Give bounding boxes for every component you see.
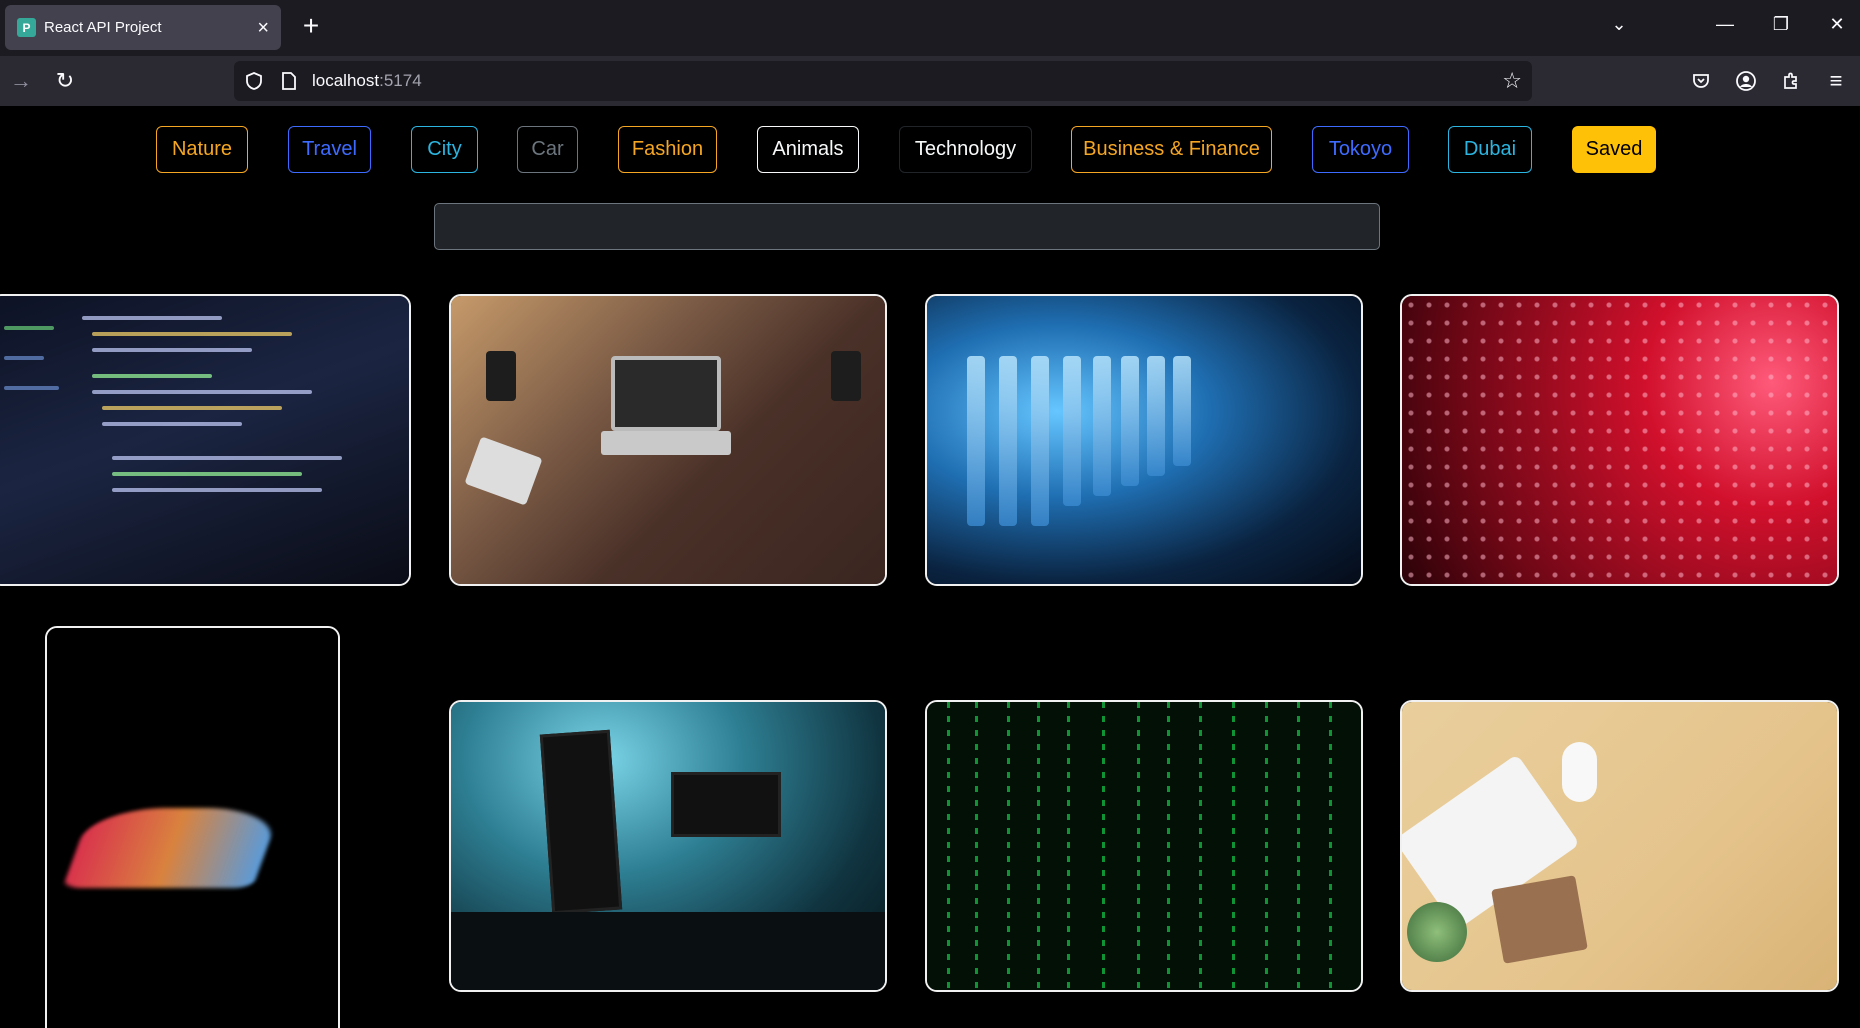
list-tabs-chevron-down-icon[interactable]: ⌄ bbox=[1604, 14, 1634, 35]
shield-icon[interactable] bbox=[244, 71, 264, 91]
gallery-card-code-on-laptop[interactable] bbox=[0, 294, 411, 586]
gallery-card-desk-setup-monitors[interactable] bbox=[449, 700, 887, 992]
category-button-fashion[interactable]: Fashion bbox=[618, 126, 717, 173]
restore-icon[interactable]: ❐ bbox=[1766, 14, 1796, 35]
category-button-car[interactable]: Car bbox=[517, 126, 578, 173]
gallery-card-glowing-laptop-dark[interactable] bbox=[45, 626, 340, 1028]
gallery-card-red-led-wall[interactable] bbox=[1400, 294, 1839, 586]
url-port: :5174 bbox=[379, 71, 422, 90]
tab-title: React API Project bbox=[44, 19, 162, 36]
gallery-card-desk-with-laptop-and-gadgets[interactable] bbox=[449, 294, 887, 586]
matrix-green-code-image bbox=[927, 702, 1361, 990]
glowing-laptop-dark-image bbox=[47, 628, 338, 1028]
extensions-puzzle-icon[interactable] bbox=[1776, 66, 1806, 96]
app-favicon-icon: P bbox=[17, 18, 36, 37]
forward-arrow-icon[interactable]: → bbox=[6, 66, 36, 96]
reload-icon[interactable]: ↻ bbox=[50, 66, 80, 96]
keyboard-mouse-beige-desk-image bbox=[1402, 702, 1837, 990]
category-button-technology[interactable]: Technology bbox=[899, 126, 1032, 173]
category-button-tokoyo[interactable]: Tokoyo bbox=[1312, 126, 1409, 173]
new-tab-plus-icon[interactable]: + bbox=[296, 12, 326, 40]
category-button-business-finance[interactable]: Business & Finance bbox=[1071, 126, 1272, 173]
pocket-icon[interactable] bbox=[1686, 66, 1716, 96]
page-info-icon[interactable] bbox=[280, 71, 298, 91]
browser-tab-bar: P React API Project × + ⌄ — ❐ ✕ bbox=[0, 0, 1860, 56]
browser-tab[interactable]: P React API Project × bbox=[5, 5, 281, 50]
menu-hamburger-icon[interactable]: ≡ bbox=[1821, 66, 1851, 96]
code-on-laptop-image bbox=[0, 296, 409, 584]
category-button-travel[interactable]: Travel bbox=[288, 126, 371, 173]
red-led-wall-image bbox=[1402, 296, 1837, 584]
search-input[interactable] bbox=[434, 203, 1380, 250]
address-bar[interactable]: localhost:5174 ☆ bbox=[234, 61, 1532, 101]
window-close-icon[interactable]: ✕ bbox=[1822, 14, 1852, 35]
browser-nav-bar: → ↻ localhost:5174 ☆ ≡ bbox=[0, 56, 1860, 106]
desk-setup-monitors-image bbox=[451, 702, 885, 990]
app-page: Nature Travel City Car Fashion Animals Technol… bbox=[0, 106, 1860, 1028]
minimize-icon[interactable]: — bbox=[1710, 14, 1740, 35]
close-icon[interactable]: × bbox=[257, 18, 269, 38]
gallery-card-keyboard-mouse-beige-desk[interactable] bbox=[1400, 700, 1839, 992]
category-button-saved[interactable]: Saved bbox=[1572, 126, 1656, 173]
category-button-city[interactable]: City bbox=[411, 126, 478, 173]
desk-with-laptop-and-gadgets-image bbox=[451, 296, 885, 584]
url-host: localhost bbox=[312, 71, 380, 90]
category-button-animals[interactable]: Animals bbox=[757, 126, 859, 173]
gallery-card-matrix-green-code[interactable] bbox=[925, 700, 1363, 992]
bookmark-star-icon[interactable]: ☆ bbox=[1502, 68, 1522, 94]
category-button-dubai[interactable]: Dubai bbox=[1448, 126, 1532, 173]
gallery-card-server-rack[interactable] bbox=[925, 294, 1363, 586]
server-rack-image bbox=[927, 296, 1361, 584]
account-icon[interactable] bbox=[1731, 66, 1761, 96]
category-button-nature[interactable]: Nature bbox=[156, 126, 248, 173]
